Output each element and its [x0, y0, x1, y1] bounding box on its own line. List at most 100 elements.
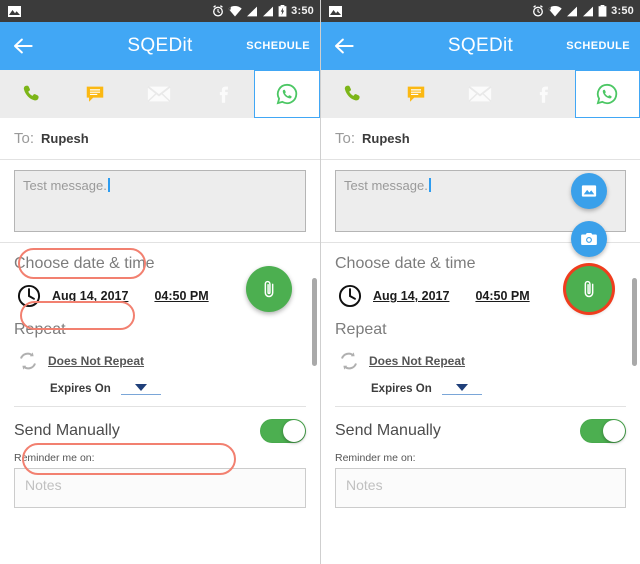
- attach-camera-button[interactable]: [571, 221, 607, 257]
- message-wrapper: Test message.: [0, 160, 320, 232]
- to-value: Rupesh: [41, 131, 89, 146]
- image-notification-icon: [329, 5, 342, 17]
- message-text: Test message.: [23, 178, 107, 193]
- repeat-icon: [341, 352, 357, 370]
- repeat-section-title: Repeat: [14, 321, 66, 338]
- paperclip-icon: [264, 280, 274, 298]
- reminder-label: Reminder me on:: [335, 452, 416, 464]
- schedule-button[interactable]: SCHEDULE: [566, 40, 630, 52]
- expires-dropdown[interactable]: [120, 383, 161, 395]
- alarm-icon: [213, 5, 224, 17]
- whatsapp-icon: [596, 83, 618, 105]
- status-bar-clock: 3:50: [611, 5, 634, 17]
- message-text: Test message.: [344, 178, 428, 193]
- text-caret: [428, 178, 431, 192]
- repeat-row[interactable]: Does Not Repeat: [14, 339, 306, 373]
- chat-bubble-icon: [407, 86, 425, 102]
- attach-fab[interactable]: [246, 266, 292, 312]
- paperclip-icon: [584, 280, 594, 298]
- reminder-label: Reminder me on:: [14, 452, 95, 464]
- attach-gallery-button[interactable]: [571, 173, 607, 209]
- send-manually-toggle[interactable]: [260, 419, 306, 443]
- back-arrow-icon[interactable]: [331, 33, 357, 59]
- tab-email[interactable]: [127, 70, 191, 118]
- form-content: To: Rupesh Test message. Choose date & t…: [0, 118, 320, 564]
- tab-phone[interactable]: [321, 70, 384, 118]
- status-bar-left-icons: [329, 5, 532, 17]
- expires-row: Expires On: [335, 373, 626, 395]
- repeat-value[interactable]: Does Not Repeat: [48, 354, 144, 368]
- tab-facebook[interactable]: [191, 70, 255, 118]
- tab-email[interactable]: [448, 70, 511, 118]
- time-value[interactable]: 04:50 PM: [475, 289, 529, 303]
- right-screen: 3:50 SQEDit SCHEDULE To: Rupesh Test mes…: [320, 0, 640, 564]
- status-bar-right-icons: 3:50: [212, 5, 314, 17]
- tab-whatsapp[interactable]: [254, 70, 320, 118]
- chat-bubble-icon: [87, 86, 104, 102]
- dual-screenshot-container: 3:50 SQEDit SCHEDULE To: Rupesh Test mes…: [0, 0, 640, 564]
- scrollbar-thumb[interactable]: [632, 278, 637, 366]
- back-arrow-icon[interactable]: [10, 33, 36, 59]
- expires-label: Expires On: [371, 383, 432, 395]
- tab-whatsapp[interactable]: [574, 70, 640, 118]
- repeat-section-title: Repeat: [335, 321, 387, 338]
- camera-icon: [581, 233, 597, 245]
- envelope-icon: [467, 85, 492, 102]
- expires-dropdown[interactable]: [441, 383, 482, 395]
- schedule-button[interactable]: SCHEDULE: [246, 40, 310, 52]
- signal-icon: [247, 6, 258, 16]
- alarm-icon: [533, 5, 544, 17]
- status-bar-left-icons: [8, 5, 212, 17]
- repeat-icon: [20, 352, 36, 370]
- whatsapp-icon: [276, 83, 298, 105]
- recipient-row[interactable]: To: Rupesh: [321, 118, 640, 160]
- status-bar-right-icons: 3:50: [532, 5, 634, 17]
- app-bar: SQEDit SCHEDULE: [0, 22, 320, 70]
- app-bar: SQEDit SCHEDULE: [321, 22, 640, 70]
- repeat-value[interactable]: Does Not Repeat: [369, 354, 465, 368]
- gallery-icon: [581, 185, 597, 197]
- envelope-icon: [147, 85, 171, 102]
- notes-placeholder: Notes: [346, 477, 383, 493]
- status-bar: 3:50: [321, 0, 640, 22]
- chevron-down-icon: [134, 383, 147, 391]
- tab-sms[interactable]: [64, 70, 128, 118]
- tab-facebook[interactable]: [511, 70, 574, 118]
- to-value: Rupesh: [362, 131, 410, 146]
- send-manually-label: Send Manually: [14, 422, 120, 439]
- send-manually-toggle[interactable]: [580, 419, 626, 443]
- notes-placeholder: Notes: [25, 477, 62, 493]
- channel-tab-bar: [321, 70, 640, 118]
- form-content: To: Rupesh Test message. Choose date & t…: [321, 118, 640, 564]
- wifi-icon: [228, 5, 242, 16]
- expires-row: Expires On: [14, 373, 306, 395]
- status-bar: 3:50: [0, 0, 320, 22]
- scrollbar-thumb[interactable]: [312, 278, 317, 366]
- toggle-knob: [283, 420, 305, 442]
- battery-icon: [598, 5, 607, 17]
- signal-icon-2: [263, 6, 274, 16]
- phone-icon: [344, 85, 360, 101]
- clock-icon: [17, 284, 41, 308]
- recipient-row[interactable]: To: Rupesh: [0, 118, 320, 160]
- tab-phone[interactable]: [0, 70, 64, 118]
- battery-icon: [278, 5, 287, 17]
- wifi-icon: [548, 5, 562, 16]
- toggle-knob: [603, 420, 625, 442]
- notes-input[interactable]: Notes: [335, 468, 626, 508]
- to-label: To:: [14, 130, 35, 147]
- date-value[interactable]: Aug 14, 2017: [373, 289, 449, 303]
- tab-sms[interactable]: [384, 70, 447, 118]
- message-input[interactable]: Test message.: [14, 170, 306, 232]
- send-manually-row: Send Manually: [321, 407, 640, 443]
- time-value[interactable]: 04:50 PM: [154, 289, 208, 303]
- image-notification-icon: [8, 5, 21, 17]
- status-bar-clock: 3:50: [291, 5, 314, 17]
- send-manually-label: Send Manually: [335, 422, 441, 439]
- date-value[interactable]: Aug 14, 2017: [52, 289, 128, 303]
- repeat-row[interactable]: Does Not Repeat: [335, 339, 626, 373]
- notes-input[interactable]: Notes: [14, 468, 306, 508]
- facebook-icon: [219, 86, 228, 103]
- chevron-down-icon: [455, 383, 468, 391]
- attach-fab[interactable]: [566, 266, 612, 312]
